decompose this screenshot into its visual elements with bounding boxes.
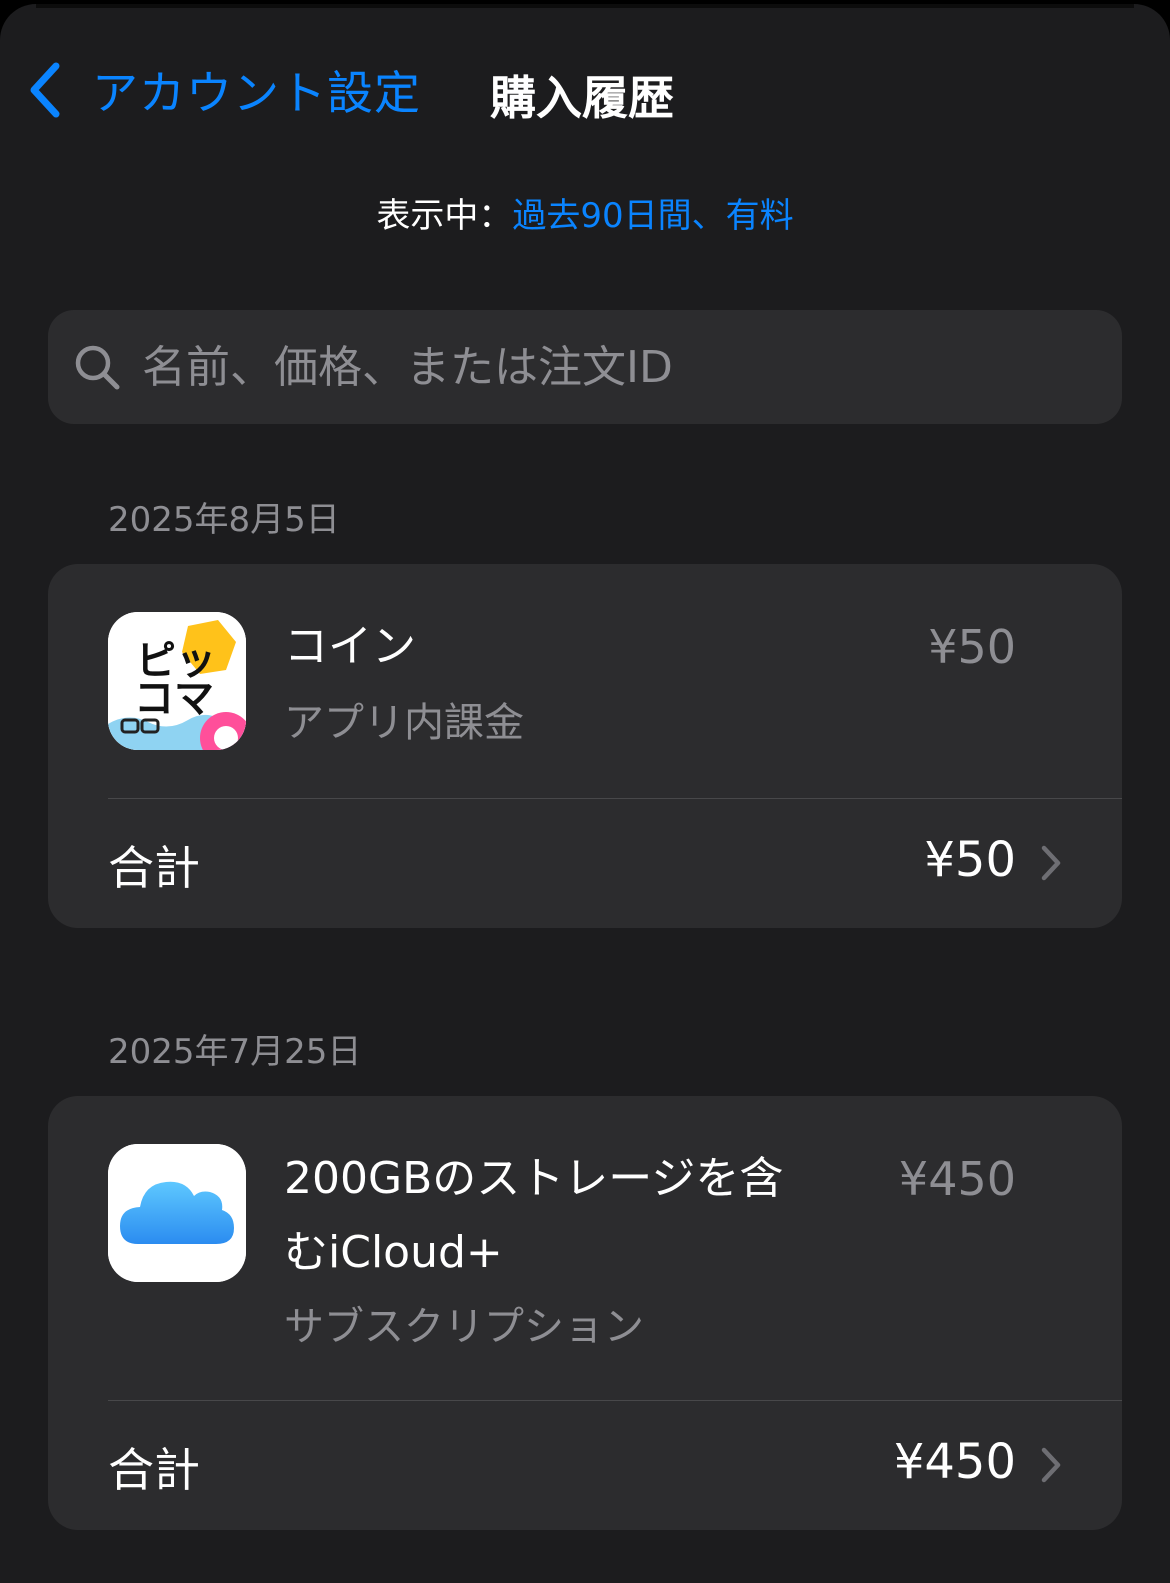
- cloud-icon: [108, 1144, 246, 1282]
- navigation-bar: アカウント設定 購入履歴: [0, 44, 1170, 140]
- chevron-right-icon: [1041, 845, 1061, 881]
- purchase-item-type: アプリ内課金: [284, 700, 524, 746]
- purchase-history-sheet: アカウント設定 購入履歴 表示中：過去90日間、有料 2025年8月5日 ピッ …: [0, 4, 1170, 1583]
- sheet-top-edge: [36, 4, 1134, 8]
- purchase-item-name: 200GBのストレージを含 むiCloud+: [284, 1142, 783, 1290]
- purchase-date: 2025年7月25日: [108, 1032, 362, 1072]
- purchase-item-name-line-2: むiCloud+: [284, 1227, 503, 1278]
- purchase-item-price: ¥50: [928, 620, 1016, 674]
- total-label: 合計: [108, 1443, 200, 1497]
- back-button[interactable]: アカウント設定: [26, 58, 421, 122]
- purchase-card: ピッ コマ コイン アプリ内課金 ¥50 合計 ¥50: [48, 564, 1122, 928]
- purchase-item-name-line-1: 200GBのストレージを含: [284, 1153, 784, 1204]
- search-bar[interactable]: [48, 310, 1122, 424]
- piccoma-icon-text-bottom: コマ: [134, 676, 214, 722]
- back-button-label: アカウント設定: [92, 66, 421, 120]
- total-label: 合計: [108, 841, 200, 895]
- purchase-item-type: サブスクリプション: [284, 1304, 644, 1350]
- piccoma-app-icon[interactable]: ピッ コマ: [108, 612, 246, 750]
- total-value: ¥50: [924, 832, 1016, 888]
- search-input[interactable]: [140, 326, 1122, 408]
- purchase-item-name: コイン: [284, 621, 416, 672]
- purchase-card: 200GBのストレージを含 むiCloud+ サブスクリプション ¥450 合計…: [48, 1096, 1122, 1530]
- total-value: ¥450: [893, 1434, 1016, 1490]
- chevron-left-icon: [30, 62, 60, 118]
- total-row[interactable]: 合計 ¥450: [48, 1400, 1122, 1530]
- search-icon: [75, 345, 120, 390]
- filter-value-link[interactable]: 過去90日間、有料: [512, 196, 793, 236]
- purchase-date: 2025年8月5日: [108, 500, 340, 540]
- icloud-app-icon[interactable]: [108, 1144, 246, 1282]
- page-title: 購入履歴: [490, 71, 674, 125]
- chevron-right-icon: [1041, 1447, 1061, 1483]
- filter-row: 表示中：過去90日間、有料: [0, 188, 1170, 237]
- purchase-item-price: ¥450: [898, 1152, 1016, 1206]
- total-row[interactable]: 合計 ¥50: [48, 798, 1122, 928]
- piccoma-logo-icon: ピッ コマ: [108, 612, 246, 750]
- filter-label: 表示中：: [376, 196, 513, 236]
